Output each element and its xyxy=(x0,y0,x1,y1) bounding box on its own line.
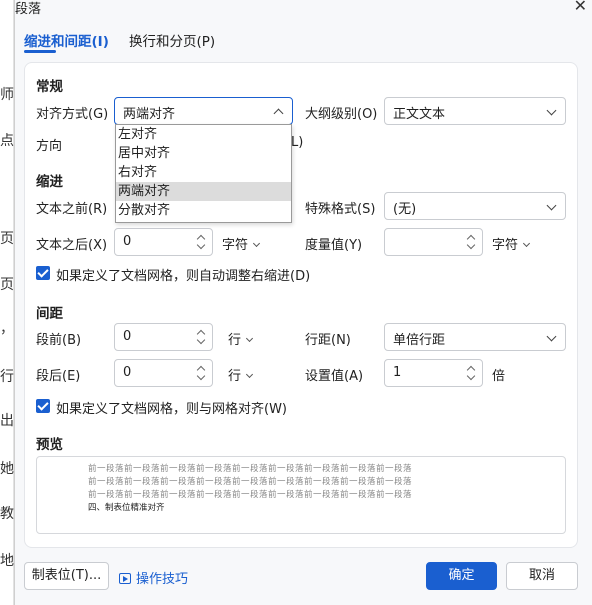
paragraph-dialog: 段落 ✕ 缩进和间距(I) 换行和分页(P) 常规 对齐方式(G) 两端对齐 大… xyxy=(14,0,592,605)
chevron-down-icon xyxy=(522,239,531,248)
special-format-select[interactable]: (无) xyxy=(384,192,566,220)
preview-previous-line: 前一段落前一段落前一段落前一段落前一段落前一段落前一段落前一段落前一段落 xyxy=(88,464,413,474)
decrement-icon[interactable] xyxy=(466,240,476,250)
chevron-down-icon xyxy=(245,370,254,379)
section-general: 常规 xyxy=(36,79,63,95)
alignment-option-left[interactable]: 左对齐 xyxy=(116,125,291,144)
preview-current-paragraph: 四、制表位精准对齐 xyxy=(88,503,165,513)
special-format-label: 特殊格式(S) xyxy=(305,202,376,217)
alignment-option-right[interactable]: 右对齐 xyxy=(116,163,291,182)
decrement-icon[interactable] xyxy=(196,371,206,381)
background-char: 页 xyxy=(0,277,14,293)
chevron-down-icon xyxy=(245,334,254,343)
background-char: 出 xyxy=(0,413,14,429)
measure-label: 度量值(Y) xyxy=(305,238,363,253)
preview-previous-line: 前一段落前一段落前一段落前一段落前一段落前一段落前一段落前一段落前一段落 xyxy=(88,477,413,487)
set-value-label: 设置值(A) xyxy=(305,369,364,384)
preview-previous-line: 前一段落前一段落前一段落前一段落前一段落前一段落前一段落前一段落前一段落 xyxy=(88,490,413,500)
background-char: 点 xyxy=(0,133,14,149)
tips-link-label: 操作技巧 xyxy=(136,572,189,587)
indent-after-input[interactable]: 0 xyxy=(114,228,213,256)
measure-unit: 字符 xyxy=(492,238,519,253)
alignment-label: 对齐方式(G) xyxy=(36,107,109,122)
space-after-input[interactable]: 0 xyxy=(114,359,213,387)
alignment-option-distributed[interactable]: 分散对齐 xyxy=(116,201,291,220)
snap-to-grid-label: 如果定义了文档网格，则与网格对齐(W) xyxy=(56,402,287,417)
line-spacing-label: 行距(N) xyxy=(305,333,351,348)
set-value-unit: 倍 xyxy=(492,369,506,384)
outline-level-value: 正文文本 xyxy=(393,107,446,122)
measure-input[interactable] xyxy=(384,228,483,256)
indent-after-label: 文本之后(X) xyxy=(36,238,108,253)
indent-before-label: 文本之前(R) xyxy=(36,202,108,217)
tips-link[interactable]: 操作技巧 xyxy=(119,568,188,587)
close-icon[interactable]: ✕ xyxy=(574,0,587,15)
outline-level-label: 大纲级别(O) xyxy=(305,107,378,122)
chevron-down-icon xyxy=(546,331,557,342)
active-tab-indicator xyxy=(24,50,56,53)
measure-unit-select[interactable]: 字符 xyxy=(492,234,531,253)
background-char: 师 xyxy=(0,87,14,103)
space-after-value: 0 xyxy=(123,365,132,380)
chevron-down-icon xyxy=(252,239,261,248)
section-indent: 缩进 xyxy=(36,174,63,190)
section-preview: 预览 xyxy=(36,437,63,453)
chevron-up-icon xyxy=(273,108,284,119)
alignment-select[interactable]: 两端对齐 xyxy=(114,97,293,125)
set-value-input[interactable]: 1 xyxy=(384,359,483,387)
background-char: 教 xyxy=(0,506,14,522)
chevron-down-icon xyxy=(546,105,557,116)
section-spacing: 间距 xyxy=(36,306,63,322)
line-spacing-select[interactable]: 单倍行距 xyxy=(384,323,566,351)
decrement-icon[interactable] xyxy=(196,335,206,345)
indent-after-unit: 字符 xyxy=(222,238,249,253)
alignment-dropdown-list: 左对齐 居中对齐 右对齐 两端对齐 分散对齐 xyxy=(115,124,292,223)
decrement-icon[interactable] xyxy=(196,240,206,250)
preview-box: 前一段落前一段落前一段落前一段落前一段落前一段落前一段落前一段落前一段落 前一段… xyxy=(36,456,566,534)
play-video-icon xyxy=(119,573,131,584)
space-after-unit-select[interactable]: 行 xyxy=(228,365,254,384)
dialog-title: 段落 xyxy=(15,2,42,17)
direction-option-partial[interactable]: L) xyxy=(291,135,303,150)
indent-after-value: 0 xyxy=(123,234,132,249)
background-char: 行 xyxy=(0,369,14,385)
space-before-label: 段前(B) xyxy=(36,333,82,348)
auto-right-indent-label: 如果定义了文档网格，则自动调整右缩进(D) xyxy=(56,269,311,284)
set-value-value: 1 xyxy=(393,365,402,380)
space-after-label: 段后(E) xyxy=(36,369,81,384)
alignment-option-justify[interactable]: 两端对齐 xyxy=(116,182,291,201)
background-document: 师 点 页 页 ， 行 出 她 教 地 xyxy=(0,0,14,605)
background-char: 地 xyxy=(0,553,14,569)
alignment-option-center[interactable]: 居中对齐 xyxy=(116,144,291,163)
auto-right-indent-checkbox[interactable] xyxy=(36,266,50,280)
space-after-unit: 行 xyxy=(228,369,242,384)
space-before-unit: 行 xyxy=(228,333,242,348)
space-before-input[interactable]: 0 xyxy=(114,323,213,351)
alignment-value: 两端对齐 xyxy=(123,107,176,122)
space-before-unit-select[interactable]: 行 xyxy=(228,329,254,348)
special-format-value: (无) xyxy=(393,202,417,217)
background-char: 她 xyxy=(0,461,14,477)
decrement-icon[interactable] xyxy=(466,371,476,381)
tab-stops-button[interactable]: 制表位(T)... xyxy=(24,562,109,590)
cancel-button[interactable]: 取消 xyxy=(506,562,578,590)
tab-indent-spacing[interactable]: 缩进和间距(I) xyxy=(24,30,109,50)
line-spacing-value: 单倍行距 xyxy=(393,333,446,348)
direction-label: 方向 xyxy=(36,139,63,154)
outline-level-select[interactable]: 正文文本 xyxy=(384,97,566,125)
chevron-down-icon xyxy=(546,200,557,211)
tab-line-page-break[interactable]: 换行和分页(P) xyxy=(129,30,215,50)
space-before-value: 0 xyxy=(123,329,132,344)
ok-button[interactable]: 确定 xyxy=(426,562,497,590)
background-char: ， xyxy=(0,321,14,337)
snap-to-grid-checkbox[interactable] xyxy=(36,399,50,413)
indent-after-unit-select[interactable]: 字符 xyxy=(222,234,261,253)
background-char: 页 xyxy=(0,231,14,247)
title-bar: 段落 ✕ xyxy=(15,0,592,20)
